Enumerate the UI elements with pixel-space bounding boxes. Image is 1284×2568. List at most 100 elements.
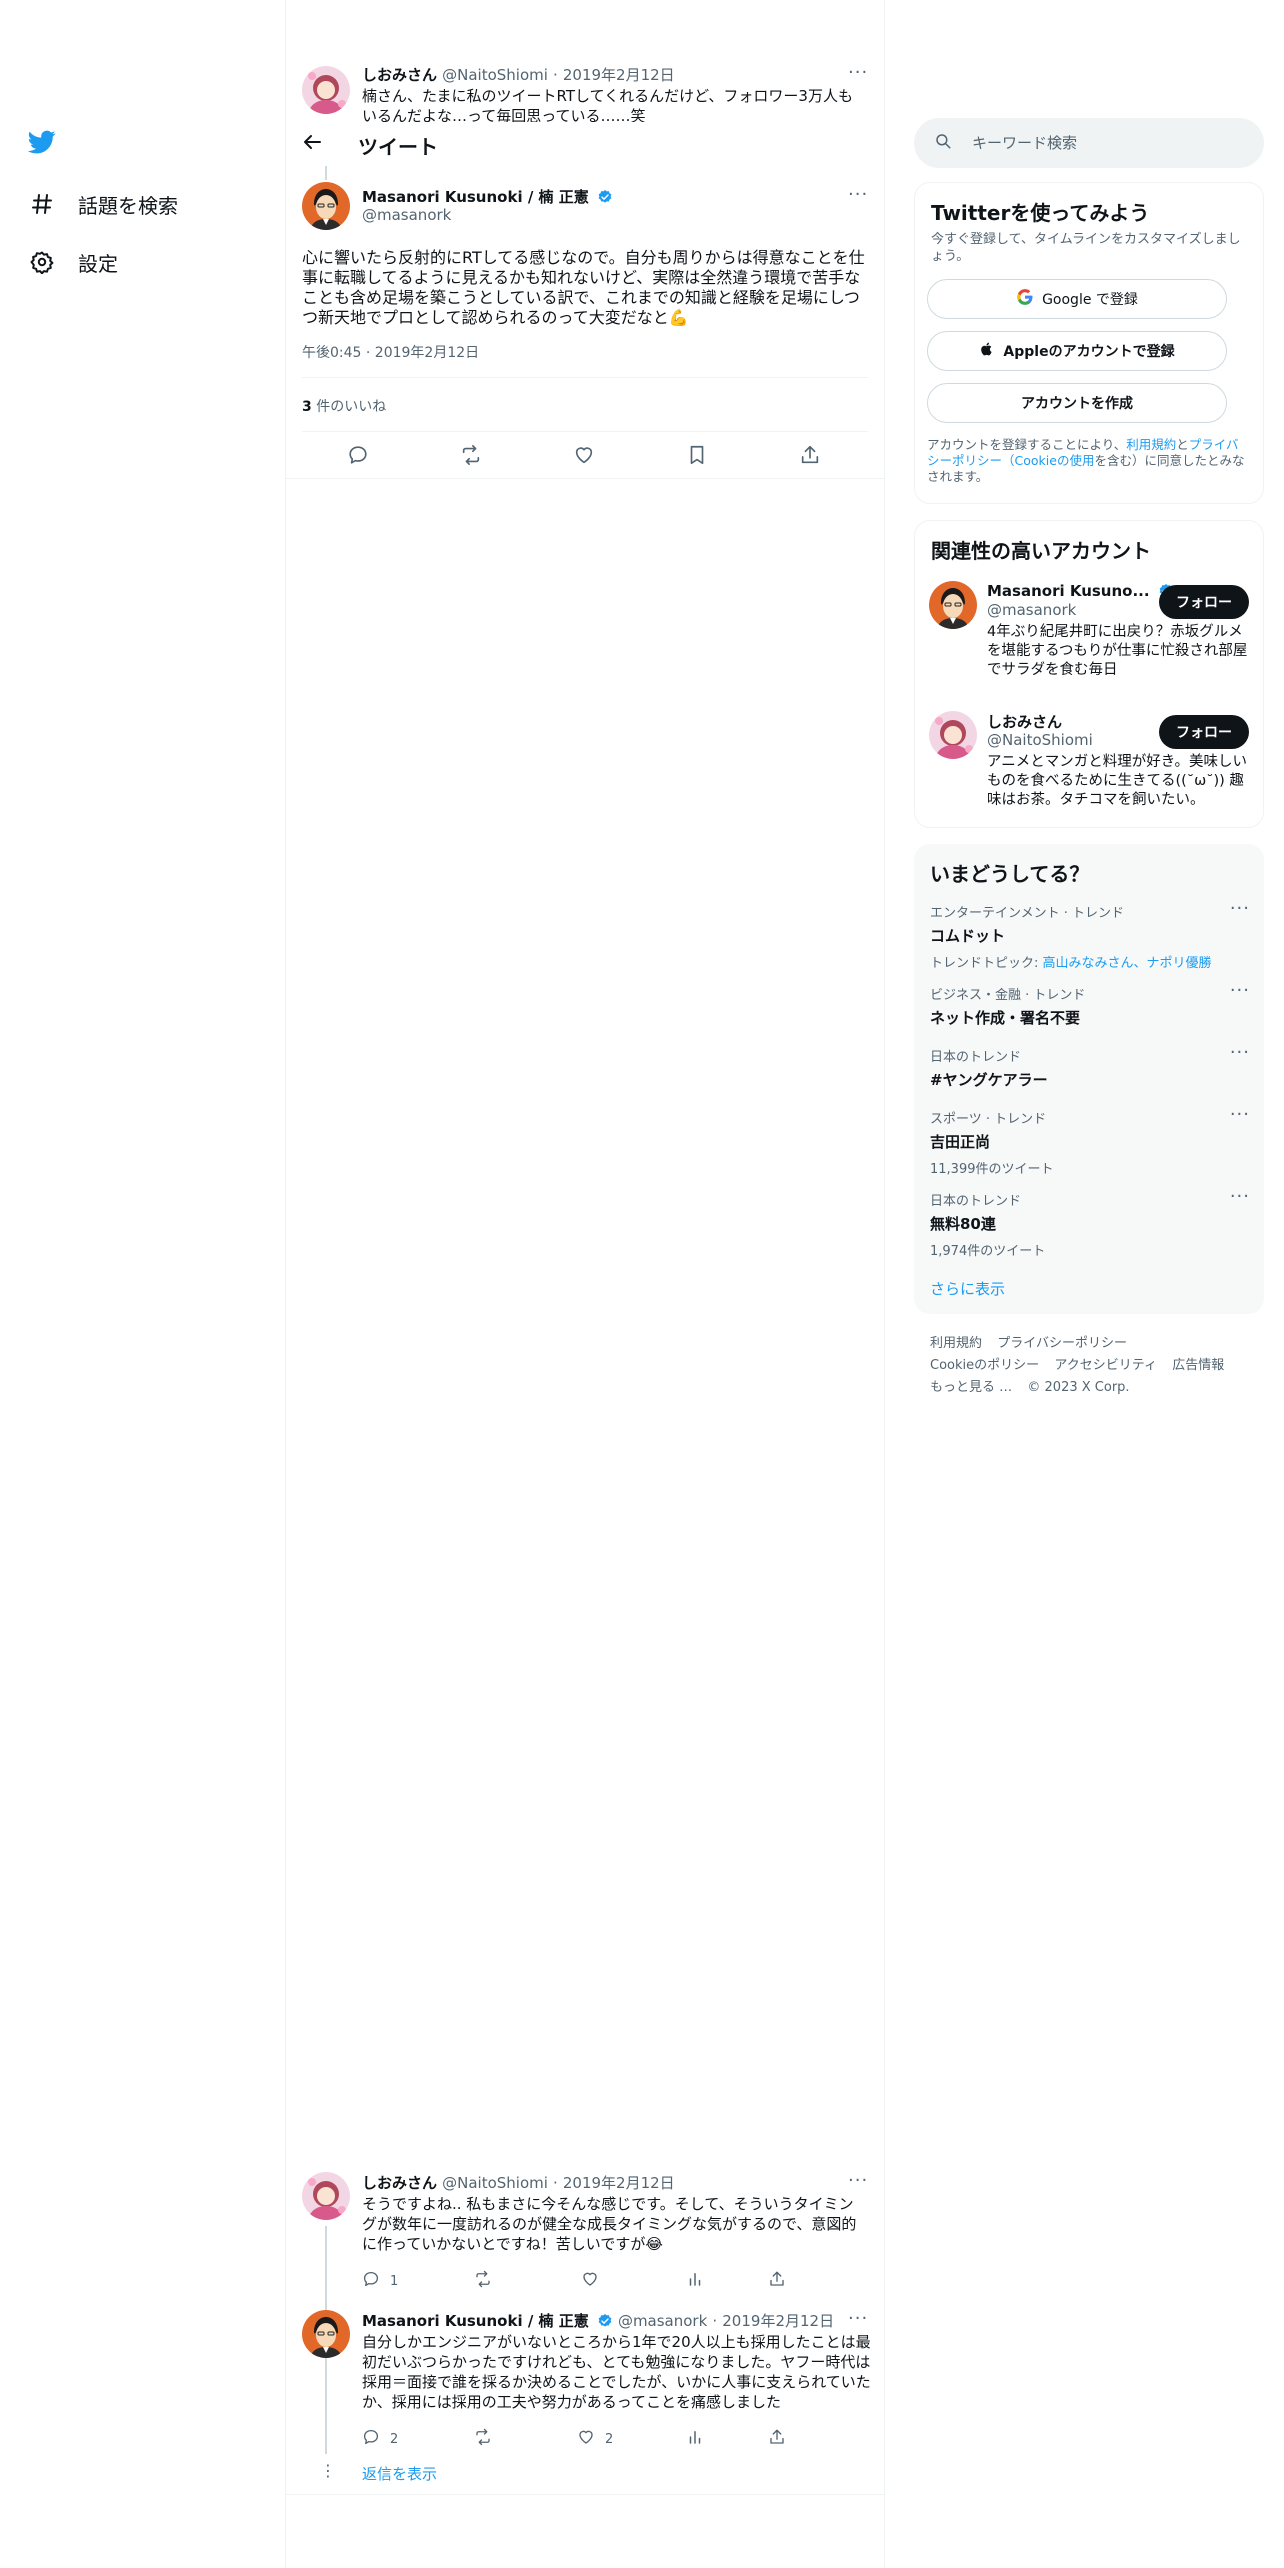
twitter-logo-icon[interactable]	[26, 128, 62, 160]
author-name[interactable]: Masanori Kusunoki / 楠 正憲	[362, 2312, 589, 2330]
reply-icon	[362, 2428, 380, 2450]
create-account-button[interactable]: アカウントを作成	[927, 383, 1227, 423]
verified-badge-icon	[597, 2313, 613, 2329]
more-icon[interactable]: ···	[1230, 1104, 1250, 1125]
avatar[interactable]	[302, 2310, 350, 2358]
more-icon[interactable]: ···	[1230, 1042, 1250, 1063]
footer-privacy[interactable]: プライバシーポリシー	[997, 1336, 1127, 1351]
author-name[interactable]: しおみさん	[362, 66, 437, 84]
main-tweet-text: 心に響いたら反射的にRTしてる感じなので。自分も周りからは得意なことを仕事に転職…	[302, 248, 865, 327]
google-signup-button[interactable]: Google で登録	[927, 279, 1227, 319]
account-name[interactable]: Masanori Kusuno...	[987, 582, 1150, 600]
trend-item[interactable]: スポーツ · トレンド 吉田正尚 11,399件のツイート ···	[930, 1104, 1250, 1177]
terms-prefix: アカウントを登録することにより、	[927, 437, 1127, 452]
footer-terms[interactable]: 利用規約	[930, 1336, 982, 1351]
show-replies-link[interactable]: 返信を表示	[362, 2463, 437, 2484]
page-title: ツイート	[358, 135, 438, 159]
more-icon[interactable]: ···	[1230, 1186, 1250, 1207]
reply-button[interactable]	[347, 444, 369, 470]
heart-icon	[577, 2428, 595, 2450]
more-icon[interactable]: ···	[848, 2170, 868, 2191]
nav-explore-label: 話題を検索	[78, 193, 178, 218]
avatar[interactable]	[302, 66, 350, 114]
retweet-icon	[474, 2428, 492, 2450]
follow-button[interactable]: フォロー	[1159, 715, 1249, 749]
bookmark-button[interactable]	[686, 444, 708, 470]
share-icon	[768, 2428, 786, 2450]
trend-item[interactable]: エンターテインメント · トレンド コムドット トレンドトピック: 高山みなみさ…	[930, 898, 1250, 971]
parent-tweet[interactable]: しおみさん @NaitoShiomi · 2019年2月12日 ··· 楠さん、…	[302, 64, 872, 122]
share-button[interactable]	[768, 2270, 786, 2292]
footer-ads[interactable]: 広告情報	[1172, 1358, 1224, 1373]
nav-settings[interactable]: 設定	[28, 242, 118, 282]
trend-topic-link[interactable]: 高山みなみさん、ナポリ優勝	[1043, 956, 1212, 971]
trend-item[interactable]: ビジネス・金融 · トレンド ネット作成・署名不要 ···	[930, 980, 1250, 1028]
avatar[interactable]	[302, 2172, 350, 2220]
reply-button[interactable]: 2	[362, 2428, 398, 2450]
bookmark-icon	[686, 445, 708, 470]
cookie-link[interactable]: Cookieの使用	[1015, 453, 1095, 468]
tweet-date[interactable]: 2019年2月12日	[563, 2174, 675, 2192]
author-name[interactable]: Masanori Kusunoki / 楠 正憲	[362, 188, 589, 206]
trend-item[interactable]: 日本のトレンド 無料80連 1,974件のツイート ···	[930, 1186, 1250, 1259]
reply-icon	[362, 2270, 380, 2292]
trend-item[interactable]: 日本のトレンド #ヤングケアラー ···	[930, 1042, 1250, 1090]
share-button[interactable]	[768, 2428, 786, 2450]
footer-cookie[interactable]: Cookieのポリシー	[930, 1358, 1039, 1373]
retweet-button[interactable]	[474, 2428, 502, 2450]
like-button[interactable]: 2	[577, 2428, 613, 2450]
back-arrow-icon[interactable]	[300, 130, 324, 158]
like-button[interactable]	[573, 444, 595, 470]
tweet-timestamp[interactable]: 午後0:45 · 2019年2月12日	[302, 342, 479, 362]
terms-link[interactable]: 利用規約	[1126, 437, 1176, 452]
search-box[interactable]	[914, 118, 1264, 168]
apple-signup-button[interactable]: Appleのアカウントで登録	[927, 331, 1227, 371]
retweet-button[interactable]	[474, 2270, 502, 2292]
avatar[interactable]	[302, 182, 350, 230]
author-handle[interactable]: @NaitoShiomi	[442, 66, 548, 84]
show-more-link[interactable]: さらに表示	[930, 1278, 1005, 1299]
avatar[interactable]	[929, 581, 977, 629]
trend-category: ビジネス・金融 · トレンド	[930, 988, 1086, 1003]
tweet-text-line2: いるんだよな…って毎回思っている……笑	[362, 107, 646, 122]
tweet-date[interactable]: 2019年2月12日	[722, 2312, 834, 2330]
more-icon[interactable]: ···	[1230, 980, 1250, 1001]
follow-button[interactable]: フォロー	[1159, 585, 1249, 619]
trend-category: 日本のトレンド	[930, 1050, 1022, 1065]
more-icon[interactable]: ···	[848, 184, 868, 205]
tweet-date[interactable]: 2019年2月12日	[563, 66, 675, 84]
author-handle[interactable]: @masanork	[618, 2312, 707, 2330]
nav-explore[interactable]: 話題を検索	[28, 184, 178, 224]
search-input[interactable]	[972, 134, 1232, 152]
trends-title: いまどうしてる？	[930, 862, 1090, 886]
reply-tweet[interactable]: しおみさん @NaitoShiomi · 2019年2月12日 ··· そうです…	[302, 2170, 872, 2376]
related-account[interactable]: Masanori Kusuno... @masanork フォロー 4年ぶり紀尾…	[929, 579, 1249, 689]
retweet-button[interactable]	[460, 444, 482, 470]
reply-tweet[interactable]: Masanori Kusunoki / 楠 正憲 @masanork · 201…	[302, 2308, 872, 2460]
more-icon[interactable]: ···	[848, 64, 868, 83]
related-account[interactable]: しおみさん @NaitoShiomi フォロー アニメとマンガと料理が好き。美味…	[929, 709, 1249, 819]
likes-count: 3	[302, 399, 312, 415]
share-button[interactable]	[799, 444, 821, 470]
divider	[286, 2494, 884, 2495]
likes-summary[interactable]: 3 件のいいね	[302, 396, 386, 416]
reply-button[interactable]: 1	[362, 2270, 398, 2292]
more-icon[interactable]: ···	[848, 2308, 868, 2329]
author-handle[interactable]: @masanork	[362, 206, 451, 224]
analytics-button[interactable]	[686, 2270, 704, 2292]
main-author[interactable]: Masanori Kusunoki / 楠 正憲	[362, 186, 613, 207]
avatar[interactable]	[929, 711, 977, 759]
footer: 利用規約 プライバシーポリシー Cookieのポリシー アクセシビリティ 広告情…	[930, 1332, 1260, 1398]
author-name[interactable]: しおみさん	[362, 2174, 437, 2192]
footer-more[interactable]: もっと見る …	[930, 1380, 1012, 1395]
account-name[interactable]: しおみさん	[987, 711, 1062, 732]
like-button[interactable]	[581, 2270, 609, 2292]
trend-title: #ヤングケアラー	[930, 1071, 1048, 1089]
author-handle[interactable]: @NaitoShiomi	[442, 2174, 548, 2192]
more-icon[interactable]: ···	[1230, 898, 1250, 919]
footer-accessibility[interactable]: アクセシビリティ	[1054, 1358, 1157, 1373]
terms-and: と	[1176, 437, 1189, 452]
analytics-icon	[686, 2270, 704, 2292]
analytics-button[interactable]	[686, 2428, 704, 2450]
related-title: 関連性の高いアカウント	[931, 539, 1151, 563]
